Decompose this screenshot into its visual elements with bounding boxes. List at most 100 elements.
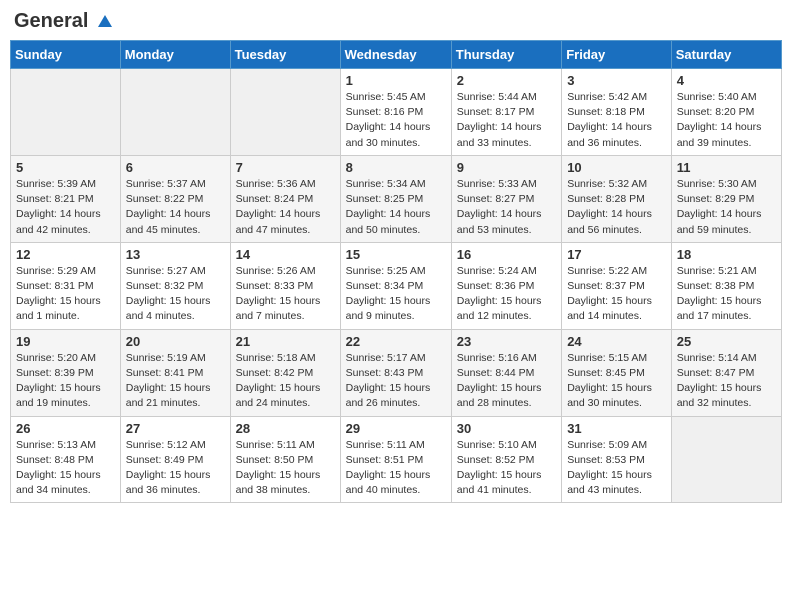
day-info: Sunrise: 5:13 AM Sunset: 8:48 PM Dayligh… [16,438,115,499]
day-number: 12 [16,247,115,262]
calendar-table: SundayMondayTuesdayWednesdayThursdayFrid… [10,40,782,503]
calendar-cell [120,69,230,156]
calendar-week-row: 5 Sunrise: 5:39 AM Sunset: 8:21 PM Daylig… [11,155,782,242]
day-info: Sunrise: 5:17 AM Sunset: 8:43 PM Dayligh… [346,351,446,412]
calendar-cell: 18 Sunrise: 5:21 AM Sunset: 8:38 PM Dayli… [671,242,781,329]
day-number: 30 [457,421,556,436]
header-monday: Monday [120,41,230,69]
day-info: Sunrise: 5:18 AM Sunset: 8:42 PM Dayligh… [236,351,335,412]
header-wednesday: Wednesday [340,41,451,69]
calendar-cell: 4 Sunrise: 5:40 AM Sunset: 8:20 PM Daylig… [671,69,781,156]
day-info: Sunrise: 5:26 AM Sunset: 8:33 PM Dayligh… [236,264,335,325]
logo: General [14,10,114,32]
calendar-cell: 2 Sunrise: 5:44 AM Sunset: 8:17 PM Daylig… [451,69,561,156]
day-number: 13 [126,247,225,262]
calendar-cell: 5 Sunrise: 5:39 AM Sunset: 8:21 PM Daylig… [11,155,121,242]
day-info: Sunrise: 5:19 AM Sunset: 8:41 PM Dayligh… [126,351,225,412]
day-number: 27 [126,421,225,436]
calendar-week-row: 12 Sunrise: 5:29 AM Sunset: 8:31 PM Dayli… [11,242,782,329]
calendar-cell [230,69,340,156]
day-info: Sunrise: 5:40 AM Sunset: 8:20 PM Dayligh… [677,90,776,151]
calendar-cell: 26 Sunrise: 5:13 AM Sunset: 8:48 PM Dayli… [11,416,121,503]
day-info: Sunrise: 5:44 AM Sunset: 8:17 PM Dayligh… [457,90,556,151]
calendar-cell: 12 Sunrise: 5:29 AM Sunset: 8:31 PM Dayli… [11,242,121,329]
calendar-week-row: 19 Sunrise: 5:20 AM Sunset: 8:39 PM Dayli… [11,329,782,416]
calendar-cell: 25 Sunrise: 5:14 AM Sunset: 8:47 PM Dayli… [671,329,781,416]
calendar-cell: 13Sunrise: 5:27 AM Sunset: 8:32 PM Dayli… [120,242,230,329]
day-number: 20 [126,334,225,349]
day-info: Sunrise: 5:30 AM Sunset: 8:29 PM Dayligh… [677,177,776,238]
calendar-cell: 22Sunrise: 5:17 AM Sunset: 8:43 PM Dayli… [340,329,451,416]
day-number: 15 [346,247,446,262]
day-number: 10 [567,160,666,175]
calendar-cell [671,416,781,503]
day-info: Sunrise: 5:29 AM Sunset: 8:31 PM Dayligh… [16,264,115,325]
day-number: 25 [677,334,776,349]
header-thursday: Thursday [451,41,561,69]
day-info: Sunrise: 5:14 AM Sunset: 8:47 PM Dayligh… [677,351,776,412]
day-number: 21 [236,334,335,349]
day-number: 14 [236,247,335,262]
day-number: 6 [126,160,225,175]
day-info: Sunrise: 5:11 AM Sunset: 8:51 PM Dayligh… [346,438,446,499]
calendar-cell: 30Sunrise: 5:10 AM Sunset: 8:52 PM Dayli… [451,416,561,503]
day-info: Sunrise: 5:25 AM Sunset: 8:34 PM Dayligh… [346,264,446,325]
day-number: 23 [457,334,556,349]
calendar-cell: 23 Sunrise: 5:16 AM Sunset: 8:44 PM Dayli… [451,329,561,416]
day-number: 28 [236,421,335,436]
day-number: 9 [457,160,556,175]
day-info: Sunrise: 5:42 AM Sunset: 8:18 PM Dayligh… [567,90,666,151]
day-info: Sunrise: 5:09 AM Sunset: 8:53 PM Dayligh… [567,438,666,499]
day-number: 2 [457,73,556,88]
day-number: 8 [346,160,446,175]
calendar-cell [11,69,121,156]
day-info: Sunrise: 5:16 AM Sunset: 8:44 PM Dayligh… [457,351,556,412]
header-friday: Friday [562,41,672,69]
day-info: Sunrise: 5:21 AM Sunset: 8:38 PM Dayligh… [677,264,776,325]
day-number: 26 [16,421,115,436]
day-number: 19 [16,334,115,349]
day-number: 16 [457,247,556,262]
calendar-cell: 19 Sunrise: 5:20 AM Sunset: 8:39 PM Dayli… [11,329,121,416]
calendar-cell: 11Sunrise: 5:30 AM Sunset: 8:29 PM Dayli… [671,155,781,242]
calendar-week-row: 1 Sunrise: 5:45 AM Sunset: 8:16 PM Daylig… [11,69,782,156]
logo-icon [96,13,114,31]
day-info: Sunrise: 5:45 AM Sunset: 8:16 PM Dayligh… [346,90,446,151]
calendar-cell: 6 Sunrise: 5:37 AM Sunset: 8:22 PM Daylig… [120,155,230,242]
day-number: 4 [677,73,776,88]
calendar-cell: 9Sunrise: 5:33 AM Sunset: 8:27 PM Daylig… [451,155,561,242]
day-number: 3 [567,73,666,88]
calendar-cell: 29 Sunrise: 5:11 AM Sunset: 8:51 PM Dayli… [340,416,451,503]
day-number: 31 [567,421,666,436]
day-number: 1 [346,73,446,88]
calendar-cell: 3 Sunrise: 5:42 AM Sunset: 8:18 PM Daylig… [562,69,672,156]
day-info: Sunrise: 5:22 AM Sunset: 8:37 PM Dayligh… [567,264,666,325]
calendar-cell: 16 Sunrise: 5:24 AM Sunset: 8:36 PM Dayli… [451,242,561,329]
calendar-cell: 24Sunrise: 5:15 AM Sunset: 8:45 PM Dayli… [562,329,672,416]
day-number: 29 [346,421,446,436]
calendar-week-row: 26 Sunrise: 5:13 AM Sunset: 8:48 PM Dayli… [11,416,782,503]
logo-general-text: General [14,10,114,32]
calendar-cell: 8 Sunrise: 5:34 AM Sunset: 8:25 PM Daylig… [340,155,451,242]
day-info: Sunrise: 5:24 AM Sunset: 8:36 PM Dayligh… [457,264,556,325]
day-info: Sunrise: 5:20 AM Sunset: 8:39 PM Dayligh… [16,351,115,412]
page-header: General [10,10,782,32]
calendar-cell: 7Sunrise: 5:36 AM Sunset: 8:24 PM Daylig… [230,155,340,242]
calendar-header-row: SundayMondayTuesdayWednesdayThursdayFrid… [11,41,782,69]
calendar-cell: 10Sunrise: 5:32 AM Sunset: 8:28 PM Dayli… [562,155,672,242]
day-info: Sunrise: 5:37 AM Sunset: 8:22 PM Dayligh… [126,177,225,238]
day-info: Sunrise: 5:34 AM Sunset: 8:25 PM Dayligh… [346,177,446,238]
day-info: Sunrise: 5:11 AM Sunset: 8:50 PM Dayligh… [236,438,335,499]
calendar-cell: 14 Sunrise: 5:26 AM Sunset: 8:33 PM Dayli… [230,242,340,329]
day-info: Sunrise: 5:36 AM Sunset: 8:24 PM Dayligh… [236,177,335,238]
header-saturday: Saturday [671,41,781,69]
day-number: 17 [567,247,666,262]
day-number: 5 [16,160,115,175]
day-number: 18 [677,247,776,262]
day-info: Sunrise: 5:39 AM Sunset: 8:21 PM Dayligh… [16,177,115,238]
day-number: 24 [567,334,666,349]
calendar-cell: 17 Sunrise: 5:22 AM Sunset: 8:37 PM Dayli… [562,242,672,329]
calendar-cell: 1 Sunrise: 5:45 AM Sunset: 8:16 PM Daylig… [340,69,451,156]
calendar-cell: 20 Sunrise: 5:19 AM Sunset: 8:41 PM Dayli… [120,329,230,416]
calendar-cell: 28 Sunrise: 5:11 AM Sunset: 8:50 PM Dayli… [230,416,340,503]
